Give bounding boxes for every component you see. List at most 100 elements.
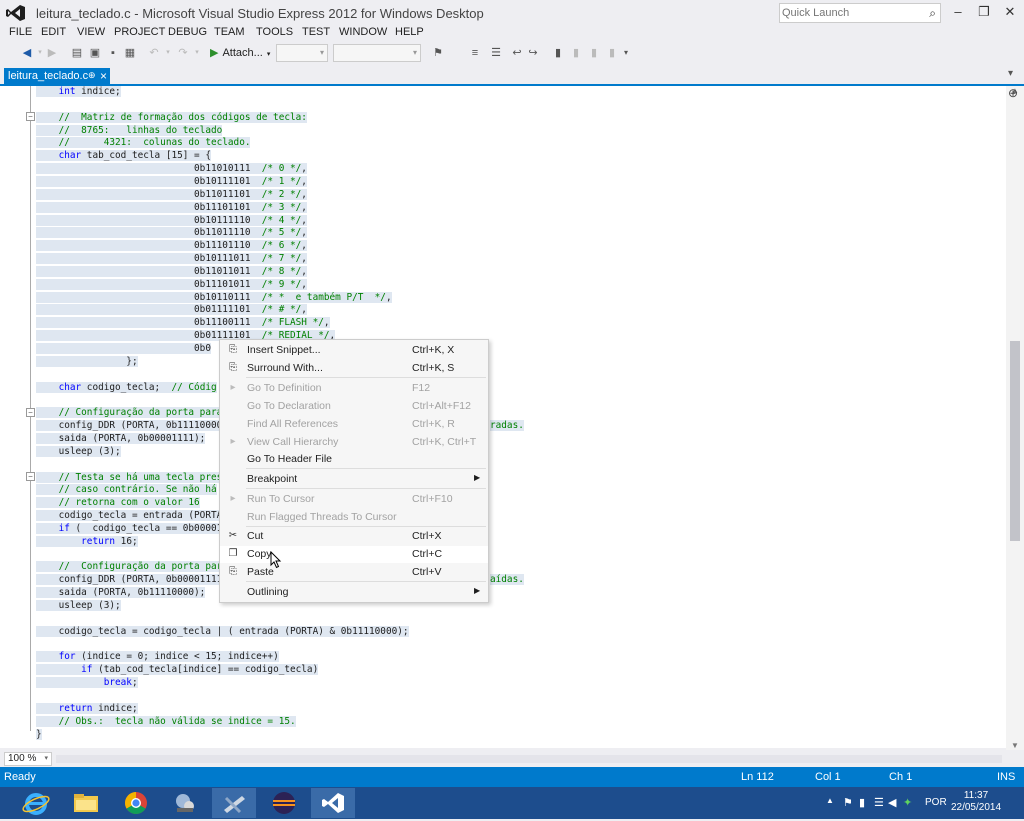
code-line[interactable]: char codigo_tecla; // Códig bbox=[36, 381, 217, 395]
comment-out-icon[interactable]: ↩ bbox=[510, 46, 524, 60]
taskbar-eclipse[interactable] bbox=[262, 788, 306, 818]
code-line[interactable]: // caso contrário. Se não há bbox=[36, 484, 217, 497]
menu-test[interactable]: TEST bbox=[302, 26, 330, 38]
code-line[interactable]: 0b11101101 /* 3 */, bbox=[36, 201, 307, 215]
code-line[interactable]: if ( codigo_tecla == 0b00001 bbox=[36, 522, 223, 536]
pin-icon[interactable]: ⊕ bbox=[88, 70, 96, 81]
code-line[interactable]: int indice; bbox=[36, 86, 121, 99]
properties-icon[interactable]: ☰ bbox=[489, 46, 503, 60]
code-line[interactable]: for (indice = 0; indice < 15; indice++) bbox=[36, 651, 279, 664]
code-line[interactable]: 0b10111110 /* 4 */, bbox=[36, 214, 307, 228]
bookmark-icon[interactable]: ▮ bbox=[551, 46, 565, 60]
code-line[interactable]: codigo_tecla = entrada (PORTA bbox=[36, 510, 223, 523]
code-line[interactable]: return 16; bbox=[36, 535, 138, 549]
taskbar-app-network[interactable] bbox=[163, 788, 207, 818]
platform-combo[interactable]: ▾ bbox=[333, 44, 421, 62]
search-icon[interactable]: ⌕ bbox=[929, 6, 936, 21]
collapse-icon[interactable]: − bbox=[26, 472, 35, 481]
code-line[interactable] bbox=[36, 99, 42, 112]
vertical-scrollbar[interactable]: ▲ ▼ bbox=[1006, 86, 1024, 750]
flag-icon[interactable]: ⚑ bbox=[843, 796, 853, 809]
code-line[interactable]: saida (PORTA, 0b11110000); bbox=[36, 587, 206, 600]
code-line[interactable] bbox=[36, 459, 42, 472]
menu-item-view-call-hierarchy[interactable]: ▸ View Call Hierarchy Ctrl+K, Ctrl+T bbox=[220, 434, 488, 451]
horizontal-scrollbar[interactable] bbox=[56, 755, 1002, 763]
code-text-area[interactable]: int indice; // Matriz de formação dos có… bbox=[36, 86, 1006, 748]
code-line[interactable]: config_DDR (PORTA, 0b00001111 bbox=[36, 574, 223, 587]
menu-project[interactable]: PROJECT bbox=[114, 26, 165, 38]
code-line[interactable]: 0b10111101 /* 1 */, bbox=[36, 175, 307, 189]
code-line[interactable] bbox=[36, 690, 42, 703]
menu-item-outlining[interactable]: Outlining ▶ bbox=[220, 584, 488, 601]
code-line[interactable]: // Testa se há uma tecla pres bbox=[36, 471, 223, 485]
code-line[interactable]: // 8765: linhas do teclado bbox=[36, 124, 223, 138]
code-line[interactable]: // 4321: colunas do teclado. bbox=[36, 137, 251, 150]
forward-icon[interactable]: ▶ bbox=[45, 46, 59, 60]
code-line[interactable]: codigo_tecla = codigo_tecla | ( entrada … bbox=[36, 625, 409, 639]
toolbar-options-icon[interactable]: ▾ bbox=[619, 46, 633, 60]
menu-item-breakpoint[interactable]: Breakpoint ▶ bbox=[220, 471, 488, 488]
menu-item-run-flagged-threads-to-cursor[interactable]: Run Flagged Threads To Cursor bbox=[220, 509, 488, 526]
code-line[interactable]: usleep (3); bbox=[36, 600, 121, 613]
uncomment-icon[interactable]: ↪ bbox=[526, 46, 540, 60]
code-line[interactable]: saida (PORTA, 0b00001111); bbox=[36, 432, 206, 446]
clear-bookmarks-icon[interactable]: ▮ bbox=[605, 46, 619, 60]
menu-item-go-to-header-file[interactable]: Go To Header File bbox=[220, 451, 488, 468]
code-line[interactable] bbox=[36, 369, 42, 382]
menu-item-run-to-cursor[interactable]: ▸ Run To Cursor Ctrl+F10 bbox=[220, 491, 488, 508]
code-line[interactable] bbox=[36, 639, 42, 652]
menu-file[interactable]: FILE bbox=[9, 26, 32, 38]
code-line[interactable]: 0b11011011 /* 8 */, bbox=[36, 265, 307, 279]
menu-item-cut[interactable]: ✂ Cut Ctrl+X bbox=[220, 528, 488, 545]
code-editor[interactable]: − − − int indice; // Matriz de formação … bbox=[0, 86, 1006, 748]
taskbar-internet-explorer[interactable] bbox=[14, 788, 58, 818]
code-line-fragment[interactable]: aídas. bbox=[490, 574, 524, 587]
code-line[interactable]: char tab_cod_tecla [15] = { bbox=[36, 150, 211, 163]
menu-item-paste[interactable]: ⎘ Paste Ctrl+V bbox=[220, 564, 488, 581]
taskbar-visual-studio[interactable] bbox=[311, 788, 355, 818]
redo-dropdown-icon[interactable]: ▾ bbox=[190, 46, 204, 60]
split-window-icon[interactable]: ⊕ bbox=[1008, 86, 1018, 100]
code-line[interactable]: 0b01111101 /* # */, bbox=[36, 304, 307, 317]
scroll-down-icon[interactable]: ▼ bbox=[1011, 741, 1019, 750]
code-line[interactable]: 0b10111011 /* 7 */, bbox=[36, 253, 307, 266]
menu-item-find-all-references[interactable]: Find All References Ctrl+K, R bbox=[220, 416, 488, 433]
solution-explorer-icon[interactable]: ≡ bbox=[468, 46, 482, 60]
collapse-icon[interactable]: − bbox=[26, 408, 35, 417]
code-line[interactable]: 0b11011101 /* 2 */, bbox=[36, 188, 307, 202]
scroll-thumb[interactable] bbox=[1010, 341, 1020, 541]
quick-launch-box[interactable]: ⌕ bbox=[779, 3, 941, 23]
collapse-icon[interactable]: − bbox=[26, 112, 35, 121]
code-line[interactable]: 0b11101110 /* 6 */, bbox=[36, 240, 307, 253]
code-line[interactable]: // retorna com o valor 16 bbox=[36, 497, 200, 510]
taskbar-file-explorer[interactable] bbox=[64, 788, 108, 818]
code-line[interactable]: } bbox=[36, 728, 42, 742]
close-icon[interactable]: × bbox=[100, 69, 107, 83]
code-line[interactable]: // Obs.: tecla não válida se indice = 15… bbox=[36, 715, 296, 729]
code-line[interactable]: config_DDR (PORTA, 0b11110000 bbox=[36, 420, 223, 433]
menu-item-go-to-declaration[interactable]: Go To Declaration Ctrl+Alt+F12 bbox=[220, 398, 488, 415]
quick-launch-input[interactable] bbox=[782, 5, 922, 21]
menu-team[interactable]: TEAM bbox=[214, 26, 245, 38]
menu-tools[interactable]: TOOLS bbox=[256, 26, 293, 38]
taskbar-chrome[interactable] bbox=[114, 788, 158, 818]
code-line[interactable]: // Matriz de formação dos códigos de tec… bbox=[36, 111, 307, 125]
volume-icon[interactable]: ◀ bbox=[888, 796, 896, 809]
code-line[interactable]: 0b11010111 /* 0 */, bbox=[36, 163, 307, 176]
code-line[interactable] bbox=[36, 549, 42, 562]
open-file-icon[interactable]: ▣ bbox=[88, 46, 102, 60]
chevron-down-icon[interactable]: ▾ bbox=[1008, 68, 1013, 79]
clock[interactable]: 11:37 22/05/2014 bbox=[948, 790, 1004, 814]
attach-button[interactable]: ▶ Attach... ▾ bbox=[210, 46, 270, 59]
code-line[interactable]: return indice; bbox=[36, 702, 138, 716]
code-line[interactable]: 0b10110111 /* * e também P/T */, bbox=[36, 291, 392, 305]
battery-icon[interactable]: ▮ bbox=[859, 796, 865, 809]
chevron-up-icon[interactable]: ▲ bbox=[826, 796, 834, 805]
restore-button[interactable]: ❐ bbox=[971, 2, 997, 22]
prev-bookmark-icon[interactable]: ▮ bbox=[569, 46, 583, 60]
taskbar-app-tools[interactable] bbox=[212, 788, 256, 818]
code-line[interactable]: }; bbox=[36, 355, 138, 369]
code-line[interactable] bbox=[36, 394, 42, 407]
menu-item-copy[interactable]: ❐ Copy Ctrl+C bbox=[220, 546, 488, 563]
new-project-icon[interactable]: ▤ bbox=[70, 46, 84, 60]
